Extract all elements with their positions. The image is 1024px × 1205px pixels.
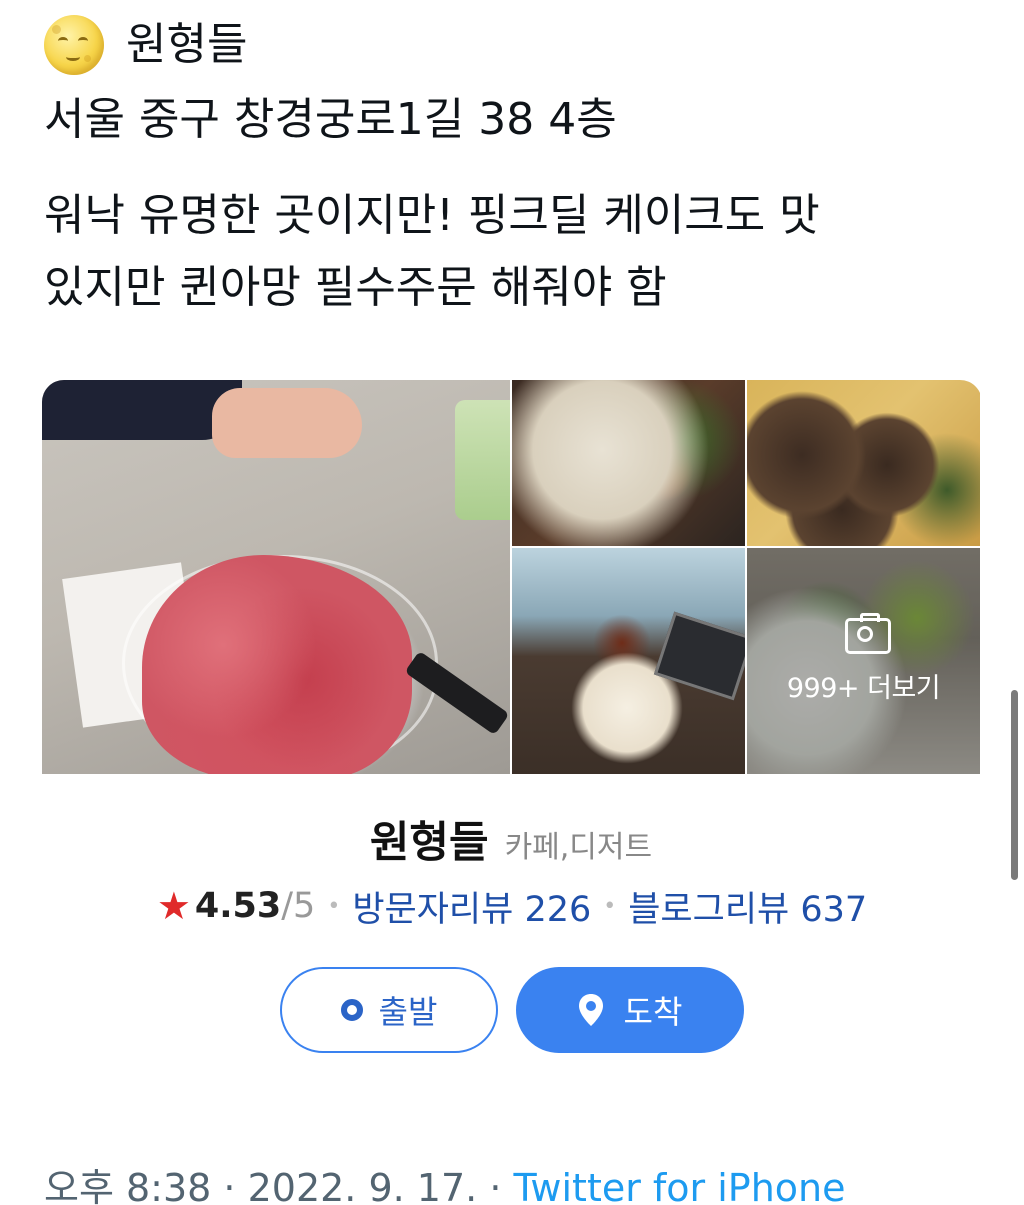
camera-icon bbox=[844, 612, 891, 654]
rating-value: 4.53 bbox=[194, 886, 282, 926]
more-photos-tile[interactable]: 999+ 더보기 bbox=[747, 548, 980, 774]
scrollbar[interactable] bbox=[1011, 690, 1018, 880]
tweet-date[interactable]: 2022. 9. 17. bbox=[248, 1166, 478, 1205]
separator-dot: • bbox=[603, 893, 617, 919]
arrive-label: 도착 bbox=[623, 993, 683, 1031]
more-photos-overlay[interactable]: 999+ 더보기 bbox=[747, 548, 980, 774]
blog-reviews-link[interactable]: 블로그리뷰 637 bbox=[628, 881, 867, 932]
separator-dot: • bbox=[327, 893, 341, 919]
tweet-body-line: 워낙 유명한 곳이지만! 핑크딜 케이크도 맛 bbox=[44, 190, 820, 241]
rating-max: /5 bbox=[281, 886, 316, 926]
tweet-time[interactable]: 오후 8:38 bbox=[44, 1166, 211, 1205]
tweet-page: 원형들 서울 중구 창경궁로1길 38 4층 워낙 유명한 곳이지만! 핑크딜 … bbox=[0, 0, 1024, 1205]
visitor-reviews-link[interactable]: 방문자리뷰 226 bbox=[352, 881, 591, 932]
tweet-first-line: 원형들 bbox=[44, 10, 247, 80]
tweet-body-line: 있지만 퀸아망 필수주문 해줘야 함 bbox=[44, 262, 667, 313]
tweet-address: 서울 중구 창경궁로1길 38 4층 bbox=[44, 94, 617, 145]
tweet-meta: 오후 8:38 · 2022. 9. 17. · Twitter for iPh… bbox=[44, 1160, 846, 1205]
full-moon-face-icon bbox=[44, 15, 104, 75]
photo-thumbnail[interactable] bbox=[512, 380, 745, 546]
start-route-button[interactable]: 출발 bbox=[280, 967, 498, 1053]
origin-marker-icon bbox=[340, 999, 363, 1021]
meta-separator: · bbox=[477, 1166, 514, 1205]
route-buttons: 출발 도착 bbox=[280, 967, 744, 1053]
map-pin-icon bbox=[578, 993, 604, 1027]
meta-separator: · bbox=[211, 1166, 248, 1205]
start-label: 출발 bbox=[378, 993, 438, 1031]
place-category: 카페,디저트 bbox=[504, 830, 653, 865]
tweet-place-title: 원형들 bbox=[126, 19, 248, 70]
arrive-route-button[interactable]: 도착 bbox=[516, 967, 744, 1053]
place-photo-grid[interactable]: 999+ 더보기 bbox=[42, 380, 982, 774]
place-name[interactable]: 원형들 bbox=[370, 808, 489, 870]
photo-thumbnail[interactable] bbox=[512, 548, 745, 774]
place-title-row: 원형들 카페,디저트 bbox=[0, 808, 1024, 872]
more-photos-label: 999+ 더보기 bbox=[786, 672, 941, 704]
tweet-body: 워낙 유명한 곳이지만! 핑크딜 케이크도 맛 있지만 퀸아망 필수주문 해줘야… bbox=[44, 180, 984, 324]
rating-row: ★ 4.53 /5 • 방문자리뷰 226 • 블로그리뷰 637 bbox=[0, 878, 1024, 934]
photo-thumbnail[interactable] bbox=[747, 380, 980, 546]
star-icon: ★ bbox=[156, 884, 191, 928]
main-photo-pink-dessert[interactable] bbox=[42, 380, 510, 774]
tweet-source-link[interactable]: Twitter for iPhone bbox=[513, 1166, 845, 1205]
